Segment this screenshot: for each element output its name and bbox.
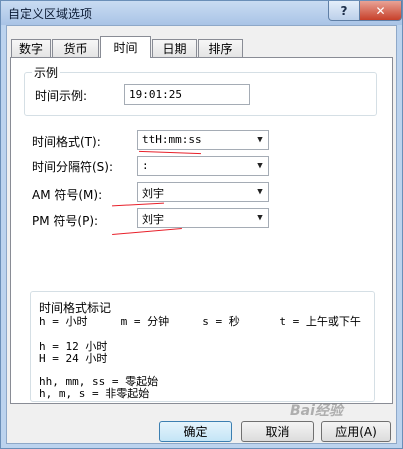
example-group: 示例 时间示例: 19:01:25 xyxy=(24,64,377,116)
tab-sort[interactable]: 排序 xyxy=(198,39,243,57)
time-separator-value: : xyxy=(142,159,149,172)
tab-currency[interactable]: 货币 xyxy=(52,39,99,57)
pm-symbol-value: 刘宇 xyxy=(142,213,164,226)
help-button[interactable]: ? xyxy=(328,1,360,21)
title-bar[interactable]: 自定义区域选项 ? ✕ xyxy=(1,1,402,25)
chevron-down-icon[interactable]: ▼ xyxy=(252,157,268,175)
time-tab-panel: 示例 时间示例: 19:01:25 时间格式(T): ttH:mm:ss ▼ 时… xyxy=(10,57,393,404)
cancel-button[interactable]: 取消 xyxy=(241,421,314,442)
chevron-down-icon[interactable]: ▼ xyxy=(252,209,268,227)
dialog-window: 自定义区域选项 ? ✕ 数字 货币 时间 日期 排序 示例 时间示例: 19:0… xyxy=(0,0,403,449)
example-group-label: 示例 xyxy=(32,64,61,81)
time-example-label: 时间示例: xyxy=(35,89,88,103)
tab-number[interactable]: 数字 xyxy=(11,39,51,57)
tab-date[interactable]: 日期 xyxy=(152,39,197,57)
chevron-down-icon[interactable]: ▼ xyxy=(252,183,268,201)
time-example-field: 19:01:25 xyxy=(124,84,250,105)
pm-symbol-combo[interactable]: 刘宇 ▼ xyxy=(137,208,269,228)
pm-symbol-label: PM 符号(P): xyxy=(32,214,99,228)
format-note-line: h = 小时 m = 分钟 s = 秒 t = 上午或下午 xyxy=(39,315,361,328)
am-symbol-value: 刘宇 xyxy=(142,187,164,200)
time-separator-combo[interactable]: : ▼ xyxy=(137,156,269,176)
time-format-combo[interactable]: ttH:mm:ss ▼ xyxy=(137,130,269,150)
tab-time[interactable]: 时间 xyxy=(100,36,151,58)
am-symbol-combo[interactable]: 刘宇 ▼ xyxy=(137,182,269,202)
chevron-down-icon[interactable]: ▼ xyxy=(252,131,268,149)
format-note-line: H = 24 小时 xyxy=(39,352,108,365)
time-format-label: 时间格式(T): xyxy=(32,135,101,149)
format-note-line: h, m, s = 非零起始 xyxy=(39,387,150,400)
red-annotation-underline xyxy=(112,202,164,207)
format-notes-box: 时间格式标记 h = 小时 m = 分钟 s = 秒 t = 上午或下午 h =… xyxy=(30,291,375,402)
apply-button[interactable]: 应用(A) xyxy=(321,421,391,442)
red-annotation-underline xyxy=(112,227,182,236)
dialog-client-area: 数字 货币 时间 日期 排序 示例 时间示例: 19:01:25 时间格式(T)… xyxy=(6,25,397,444)
window-title: 自定义区域选项 xyxy=(8,7,93,21)
time-format-value: ttH:mm:ss xyxy=(142,133,202,146)
red-annotation-underline xyxy=(139,150,201,155)
time-separator-label: 时间分隔符(S): xyxy=(32,160,114,174)
close-button[interactable]: ✕ xyxy=(359,1,402,21)
am-symbol-label: AM 符号(M): xyxy=(32,188,103,202)
ok-button[interactable]: 确定 xyxy=(159,421,232,442)
